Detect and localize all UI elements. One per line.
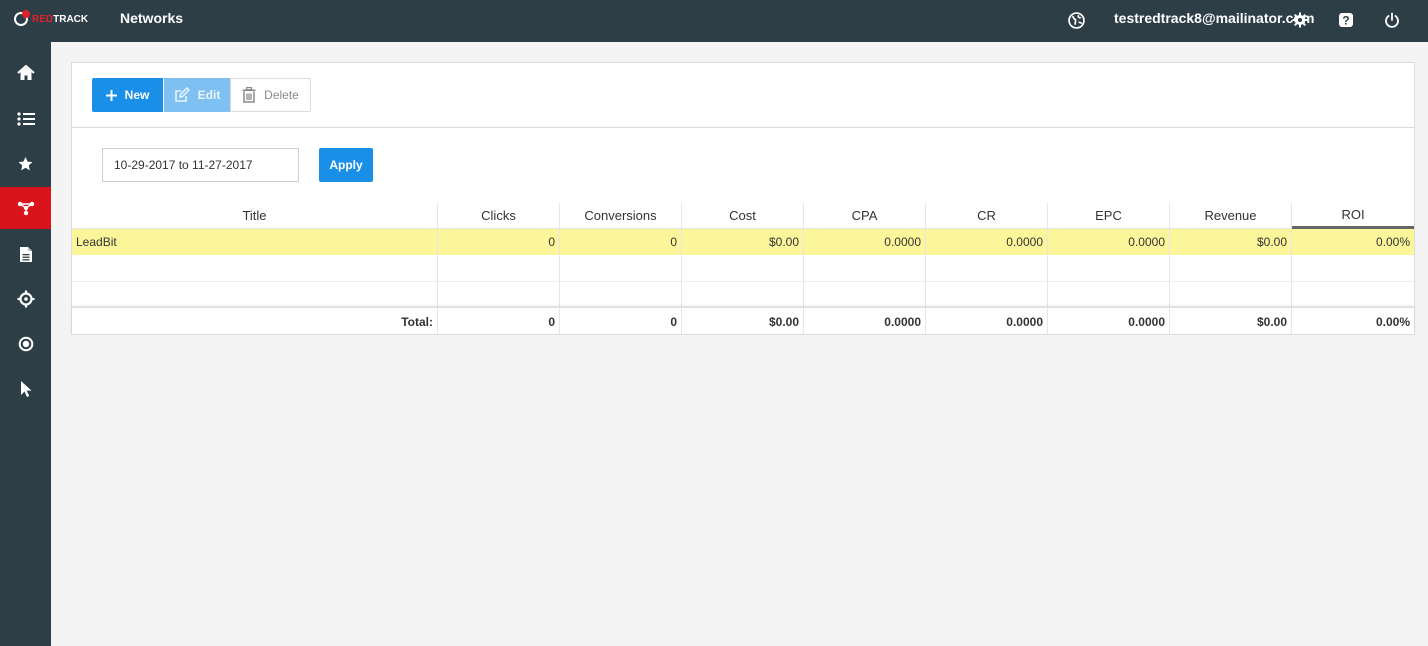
cursor-icon: [20, 381, 31, 397]
cell-title: LeadBit: [72, 229, 438, 255]
help-icon[interactable]: ?: [1336, 10, 1356, 30]
column-header-cpa[interactable]: CPA: [804, 203, 926, 229]
column-header-roi[interactable]: ROI: [1292, 203, 1414, 229]
network-icon: [17, 201, 34, 216]
app-logo[interactable]: REDTRACK: [14, 10, 88, 28]
edit-button-label: Edit: [197, 88, 221, 102]
user-email[interactable]: testredtrack8@mailinator.com: [1114, 10, 1314, 26]
top-bar: REDTRACK Networks testredtrack8@mailinat…: [0, 0, 1428, 42]
table-header: Title Clicks Conversions Cost CPA CR EPC…: [72, 203, 1414, 229]
list-icon: [16, 112, 35, 126]
delete-button-label: Delete: [264, 88, 299, 102]
cell-roi: 0.00%: [1375, 235, 1410, 249]
logo-text-red: RED: [32, 13, 54, 25]
total-cr: 0.0000: [926, 308, 1048, 335]
total-epc: 0.0000: [1048, 308, 1170, 335]
sidebar-item-sources[interactable]: [0, 323, 51, 365]
sidebar-item-clicks[interactable]: [0, 368, 51, 410]
totals-label: Total:: [72, 308, 438, 335]
cell-revenue: $0.00: [1170, 229, 1292, 255]
edit-icon: [174, 87, 190, 103]
column-header-clicks[interactable]: Clicks: [438, 203, 560, 229]
page-title: Networks: [120, 10, 184, 26]
total-clicks: 0: [438, 308, 560, 335]
trash-icon: [242, 87, 256, 103]
cell-cpa: 0.0000: [804, 229, 926, 255]
globe-icon[interactable]: [1066, 10, 1086, 30]
home-icon: [16, 65, 35, 80]
cell-cost: $0.00: [682, 229, 804, 255]
cell-epc: 0.0000: [1048, 229, 1170, 255]
column-header-revenue[interactable]: Revenue: [1170, 203, 1292, 229]
column-header-cr[interactable]: CR: [926, 203, 1048, 229]
networks-panel: New Edit Delete Apply Title Clicks Conve…: [71, 62, 1415, 335]
logo-mark-icon: [14, 10, 30, 26]
cell-conversions: 0: [560, 229, 682, 255]
column-header-title[interactable]: Title: [72, 203, 438, 229]
total-conversions: 0: [560, 308, 682, 335]
total-cost: $0.00: [682, 308, 804, 335]
column-header-cost[interactable]: Cost: [682, 203, 804, 229]
totals-row: Total: 0 0 $0.00 0.0000 0.0000 0.0000 $0…: [72, 307, 1414, 335]
empty-row: [72, 255, 1414, 282]
empty-row: [72, 282, 1414, 307]
cell-cr: 0.0000: [926, 229, 1048, 255]
plus-icon: [105, 89, 117, 101]
sidebar-item-home[interactable]: [0, 52, 51, 94]
date-range-input[interactable]: [102, 148, 299, 182]
action-toolbar: New Edit Delete: [72, 63, 1414, 128]
sidebar-item-offers[interactable]: [0, 143, 51, 185]
sidebar: [0, 42, 51, 646]
document-icon: [19, 246, 32, 262]
sidebar-item-tracking[interactable]: [0, 278, 51, 320]
table-row[interactable]: LeadBit 0 0 $0.00 0.0000 0.0000 0.0000 $…: [72, 229, 1414, 255]
power-icon[interactable]: [1382, 10, 1402, 30]
edit-button[interactable]: Edit: [164, 78, 230, 112]
column-header-epc[interactable]: EPC: [1048, 203, 1170, 229]
cell-clicks: 0: [438, 229, 560, 255]
sidebar-item-campaigns[interactable]: [0, 98, 51, 140]
total-cpa: 0.0000: [804, 308, 926, 335]
gear-icon[interactable]: [1290, 10, 1310, 30]
target-icon: [18, 336, 33, 352]
svg-text:?: ?: [1342, 14, 1349, 28]
new-button[interactable]: New: [92, 78, 163, 112]
date-filter-bar: Apply: [72, 128, 1414, 203]
new-button-label: New: [124, 88, 150, 102]
apply-button[interactable]: Apply: [319, 148, 373, 182]
total-revenue: $0.00: [1170, 308, 1292, 335]
logo-text-white: TRACK: [53, 13, 89, 25]
sidebar-item-networks[interactable]: [0, 187, 51, 229]
star-icon: [18, 157, 33, 171]
column-header-conversions[interactable]: Conversions: [560, 203, 682, 229]
crosshair-icon: [17, 290, 34, 308]
delete-button[interactable]: Delete: [230, 78, 311, 112]
total-roi: 0.00%: [1375, 314, 1410, 329]
sidebar-item-reports[interactable]: [0, 233, 51, 275]
